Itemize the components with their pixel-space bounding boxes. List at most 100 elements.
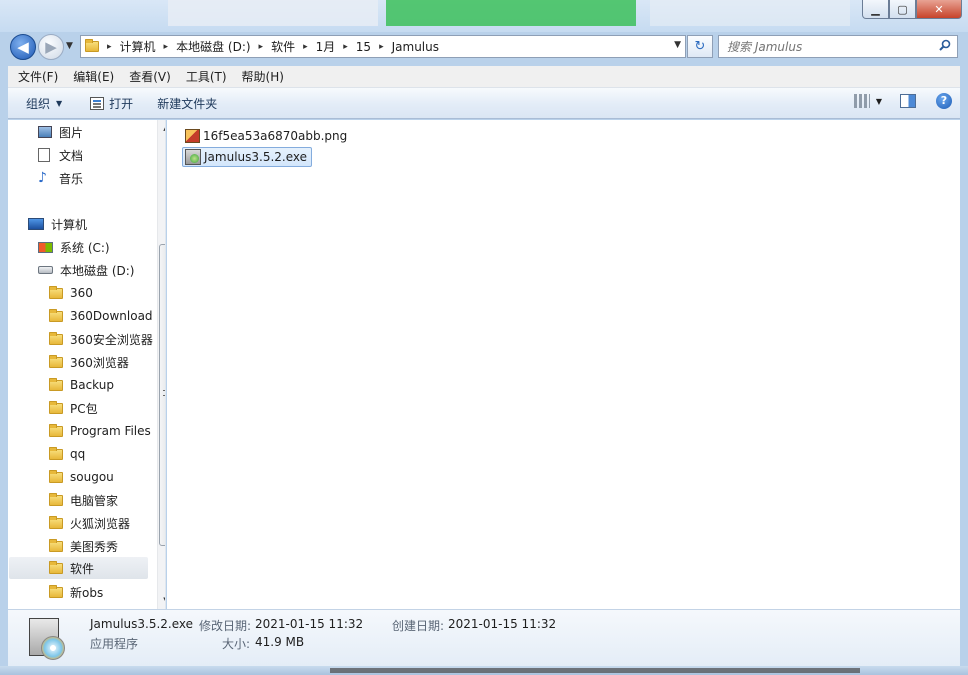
folder-icon	[49, 469, 63, 483]
nav-item-documents[interactable]: 文档	[38, 144, 83, 166]
minimize-button[interactable]: ▁	[862, 0, 889, 19]
nav-item-label: 电脑管家	[70, 493, 119, 508]
nav-item-folder[interactable]: qq	[49, 443, 85, 465]
back-button[interactable]: ◀	[10, 34, 36, 60]
file-item[interactable]: 16f5ea53a6870abb.png	[183, 126, 351, 146]
folder-icon	[49, 354, 63, 368]
close-button[interactable]: ✕	[916, 0, 962, 19]
menu-file[interactable]: 文件(F)	[13, 68, 63, 85]
scrollbar-thumb[interactable]	[159, 244, 165, 546]
nav-item-music[interactable]: ♪ 音乐	[38, 167, 83, 189]
breadcrumb-separator[interactable]: ▸	[164, 42, 169, 52]
search-icon[interactable]	[939, 39, 951, 51]
file-list[interactable]: 16f5ea53a6870abb.png Jamulus3.5.2.exe	[167, 120, 960, 609]
open-button[interactable]: 打开	[80, 95, 143, 112]
breadcrumb-drive-d[interactable]: 本地磁盘 (D:)	[176, 38, 250, 55]
preview-pane-icon[interactable]	[900, 94, 916, 108]
search-input[interactable]	[727, 39, 927, 54]
nav-item-label: 图片	[59, 125, 84, 140]
folder-icon	[49, 423, 63, 437]
breadcrumb-jamulus[interactable]: Jamulus	[392, 40, 439, 54]
nav-item-label: 美图秀秀	[70, 539, 119, 554]
scroll-up-button[interactable]: ▲	[158, 120, 165, 137]
open-label: 打开	[109, 96, 134, 111]
breadcrumb-separator[interactable]: ▸	[259, 42, 264, 52]
maximize-button[interactable]: ▢	[889, 0, 916, 19]
nav-item-system-c[interactable]: 系统 (C:)	[38, 236, 110, 258]
address-bar[interactable]: ▸ 计算机 ▸ 本地磁盘 (D:) ▸ 软件 ▸ 1月 ▸ 15 ▸ Jamul…	[80, 35, 686, 58]
view-options-dropdown[interactable]: ▼	[876, 97, 882, 106]
nav-item-label: Program Files	[70, 424, 151, 438]
details-type: 应用程序	[90, 637, 139, 651]
refresh-button[interactable]: ↻	[687, 35, 713, 58]
size-value: 41.9 MB	[255, 635, 305, 649]
nav-item-pictures[interactable]: 图片	[38, 121, 83, 143]
nav-item-label: 软件	[70, 561, 95, 576]
nav-item-label: 新obs	[70, 585, 104, 600]
menu-tools[interactable]: 工具(T)	[181, 68, 232, 85]
system-drive-icon	[38, 241, 53, 253]
nav-item-folder[interactable]: 360Download	[49, 305, 153, 327]
details-filename: Jamulus3.5.2.exe	[90, 617, 194, 631]
background-blur	[386, 0, 636, 26]
address-dropdown-button[interactable]: ▼	[674, 40, 681, 50]
background-blur	[650, 0, 850, 26]
nav-item-folder[interactable]: 美图秀秀	[49, 535, 118, 557]
nav-scrollbar[interactable]: ▲ ▼	[157, 120, 165, 609]
folder-icon	[49, 331, 63, 345]
search-box[interactable]	[718, 35, 958, 58]
nav-item-label: 文档	[59, 148, 84, 163]
nav-item-computer[interactable]: 计算机	[28, 213, 87, 235]
forward-button[interactable]: ▶	[38, 34, 64, 60]
breadcrumb-15[interactable]: 15	[356, 40, 371, 54]
view-controls: ▼ ?	[853, 93, 952, 109]
menu-help[interactable]: 帮助(H)	[237, 68, 289, 85]
breadcrumb-separator[interactable]: ▸	[343, 42, 348, 52]
background-blur	[168, 0, 378, 26]
new-folder-button[interactable]: 新建文件夹	[147, 95, 227, 112]
breadcrumb-january[interactable]: 1月	[316, 38, 336, 55]
window-controls: ▁ ▢ ✕	[862, 0, 962, 19]
nav-item-folder[interactable]: 电脑管家	[49, 489, 118, 511]
folder-icon	[49, 538, 63, 552]
nav-item-label: 系统 (C:)	[60, 240, 110, 255]
help-icon[interactable]: ?	[936, 93, 952, 109]
created-label: 创建日期:	[392, 619, 445, 633]
command-bar: 组织 ▼ 打开 新建文件夹 ▼ ?	[8, 88, 960, 119]
menu-bar: 文件(F) 编辑(E) 查看(V) 工具(T) 帮助(H)	[8, 66, 960, 88]
folder-icon	[49, 377, 63, 391]
breadcrumb-separator[interactable]: ▸	[303, 42, 308, 52]
organize-button[interactable]: 组织 ▼	[16, 95, 72, 112]
open-icon	[90, 96, 105, 110]
nav-item-label: 本地磁盘 (D:)	[60, 263, 135, 278]
nav-item-folder[interactable]: 火狐浏览器	[49, 512, 130, 534]
navigation-pane: 图片 文档 ♪ 音乐 计算机 系统 (C:) 本地磁盘 (D:) 360 360…	[8, 120, 166, 609]
nav-item-folder[interactable]: 新obs	[49, 581, 103, 603]
folder-icon	[49, 446, 63, 460]
nav-item-label: 360浏览器	[70, 355, 129, 370]
menu-edit[interactable]: 编辑(E)	[68, 68, 119, 85]
modified-value: 2021-01-15 11:32	[255, 617, 364, 631]
breadcrumb-separator[interactable]: ▸	[379, 42, 384, 52]
breadcrumb-computer[interactable]: 计算机	[120, 38, 156, 55]
nav-item-label: sougou	[70, 470, 114, 484]
nav-item-folder[interactable]: Program Files	[49, 420, 151, 442]
nav-item-folder[interactable]: 360浏览器	[49, 351, 129, 373]
breadcrumb-separator[interactable]: ▸	[107, 42, 112, 52]
nav-item-local-disk-d[interactable]: 本地磁盘 (D:)	[38, 259, 134, 281]
change-view-icon[interactable]	[853, 94, 870, 108]
details-pane: Jamulus3.5.2.exe 应用程序 修改日期: 2021-01-15 1…	[8, 609, 960, 666]
nav-item-folder[interactable]: 360安全浏览器	[49, 328, 153, 350]
file-item-selected[interactable]: Jamulus3.5.2.exe	[182, 147, 313, 167]
nav-item-folder[interactable]: sougou	[49, 466, 114, 488]
nav-item-folder-selected[interactable]: 软件	[9, 557, 148, 579]
recent-pages-dropdown[interactable]: ▼	[66, 41, 73, 51]
nav-item-folder[interactable]: 360	[49, 282, 93, 304]
menu-view[interactable]: 查看(V)	[124, 68, 176, 85]
nav-item-folder[interactable]: PC包	[49, 397, 98, 419]
breadcrumb-software[interactable]: 软件	[271, 38, 295, 55]
music-icon: ♪	[38, 170, 47, 186]
disc-icon	[41, 636, 65, 660]
scroll-down-button[interactable]: ▼	[158, 592, 165, 609]
nav-item-folder[interactable]: Backup	[49, 374, 114, 396]
